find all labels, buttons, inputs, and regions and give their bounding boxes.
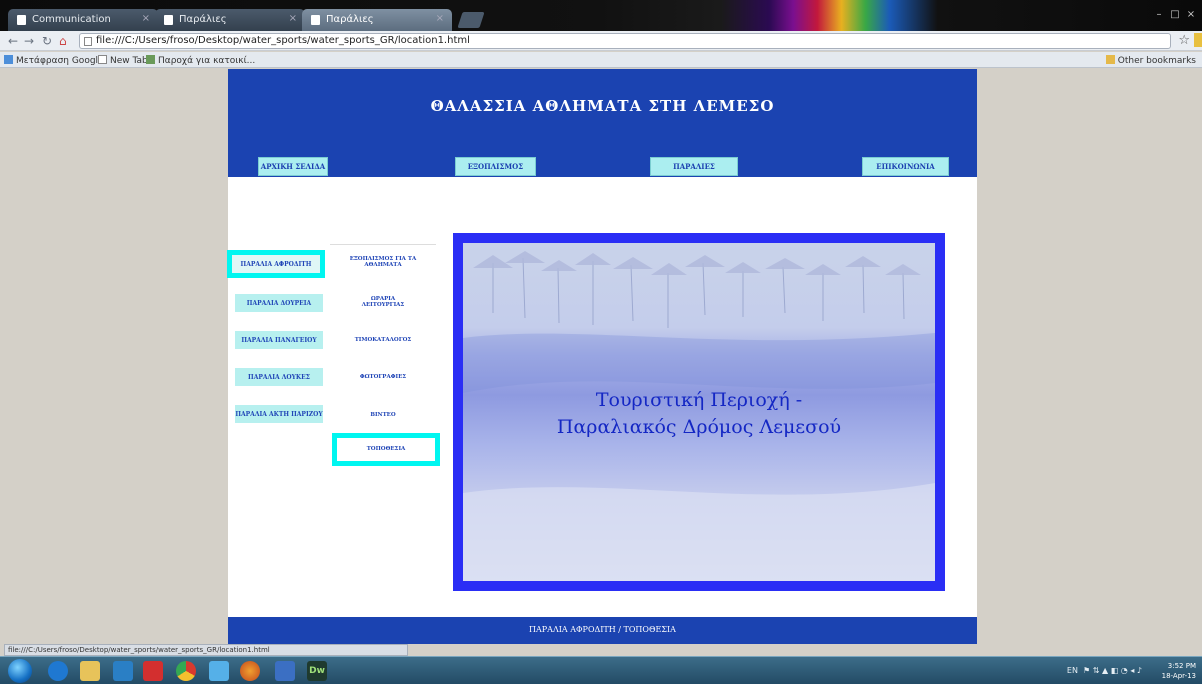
browser-tab-strip: Communication × Παράλιες × Παράλιες × – … [0, 0, 1202, 31]
nav-home[interactable]: ΑΡΧΙΚΗ ΣΕΛΙΔΑ [258, 157, 328, 176]
address-bar[interactable]: file:///C:/Users/froso/Desktop/water_spo… [79, 33, 1171, 49]
url-text: file:///C:/Users/froso/Desktop/water_spo… [96, 35, 470, 46]
hero-caption-line: Παραλιακός Δρόμος Λεμεσού [556, 416, 842, 438]
sub-nav-equipment[interactable]: ΕΞΟΠΛΙΣΜΟΣ ΓΙΑ ΤΑ ΑΘΛΗΜΑΤΑ [330, 256, 436, 268]
close-tab-icon[interactable]: × [142, 13, 150, 24]
tray-icons[interactable]: ⚑ ⇅ ▲ ◧ ◔ ◂ ♪ [1081, 666, 1142, 675]
bookmark-item[interactable]: Παροχά για κατοικί... [146, 55, 255, 66]
bookmark-star-icon[interactable]: ☆ [1178, 33, 1190, 48]
browser-tab[interactable]: Παράλιες × [155, 9, 305, 31]
language-indicator[interactable]: EN [1067, 666, 1078, 675]
beach-photo: Τουριστική Περιοχή - Παραλιακός Δρόμος Λ… [463, 243, 935, 581]
firefox-icon[interactable] [240, 661, 260, 681]
side-nav-panageiou[interactable]: ΠΑΡΑΛΙΑ ΠΑΝΑΓΕΙΟΥ [235, 331, 323, 349]
tab-label: Παράλιες [326, 14, 374, 25]
page-icon [164, 15, 173, 25]
other-bookmarks[interactable]: Other bookmarks [1105, 55, 1196, 66]
ie-icon[interactable] [48, 661, 68, 681]
close-tab-icon[interactable]: × [289, 13, 297, 24]
sub-nav-location[interactable]: ΤΟΠΟΘΕΣΙΑ [332, 433, 440, 466]
back-arrow-icon[interactable]: ← [8, 34, 18, 48]
sub-nav-hours[interactable]: ΩΡΑΡΙΑ ΛΕΙΤΟΥΡΓΙΑΣ [330, 296, 436, 308]
chrome-icon[interactable] [176, 661, 196, 681]
side-nav-akti-parizou[interactable]: ΠΑΡΑΛΙΑ ΑΚΤΗ ΠΑΡΙΖΟΥ [235, 405, 323, 423]
forward-arrow-icon[interactable]: → [24, 34, 34, 48]
clock[interactable]: 3:52 PM 18-Apr-13 [1162, 661, 1196, 681]
windows-taskbar: Dw EN ⚑ ⇅ ▲ ◧ ◔ ◂ ♪ 3:52 PM 18-Apr-13 [0, 656, 1202, 684]
site-icon [146, 55, 155, 64]
hero-caption: Τουριστική Περιοχή - Παραλιακός Δρόμος Λ… [463, 387, 935, 441]
side-nav-aphrodite[interactable]: ΠΑΡΑΛΙΑ ΑΦΡΟΔΙΤΗ [232, 255, 320, 273]
wrench-menu-icon[interactable] [1194, 33, 1202, 47]
close-window-icon[interactable]: × [1184, 8, 1198, 22]
nav-contact[interactable]: ΕΠΙΚΟΙΝΩΝΙΑ [862, 157, 949, 176]
home-icon[interactable]: ⌂ [59, 34, 67, 48]
tab-label: Παράλιες [179, 14, 227, 25]
website: ΘΑΛΑΣΣΙΑ ΑΘΛΗΜΑΤΑ ΣΤΗ ΛΕΜΕΣΟ ΑΡΧΙΚΗ ΣΕΛΙ… [228, 69, 977, 644]
sub-nav-video[interactable]: ΒΙΝΤΕΟ [330, 412, 436, 418]
browser-tab[interactable]: Communication × [8, 9, 158, 31]
tab-label: Communication [32, 14, 111, 25]
bookmarks-bar: Μετάφραση Google New Tab Παροχά για κατο… [0, 52, 1202, 68]
system-tray: EN ⚑ ⇅ ▲ ◧ ◔ ◂ ♪ [1067, 666, 1142, 675]
bookmark-item[interactable]: New Tab [98, 55, 148, 66]
page-icon [311, 15, 320, 25]
page-icon [84, 37, 92, 46]
dreamweaver-icon[interactable]: Dw [307, 661, 327, 681]
page-icon [98, 55, 107, 64]
hero-caption-line: Τουριστική Περιοχή - [595, 389, 803, 411]
media-player-icon[interactable] [113, 661, 133, 681]
minimize-icon[interactable]: – [1152, 8, 1166, 22]
page-icon [17, 15, 26, 25]
hero-image-frame: Τουριστική Περιοχή - Παραλιακός Δρόμος Λ… [453, 233, 945, 591]
acrobat-icon[interactable] [143, 661, 163, 681]
clock-date: 18-Apr-13 [1161, 672, 1196, 680]
sub-nav-prices[interactable]: ΤΙΜΟΚΑΤΑΛΟΓΟΣ [330, 337, 436, 343]
footer-breadcrumb: ΠΑΡΑΛΙΑ ΑΦΡΟΔΙΤΗ / ΤΟΠΟΘΕΣΙΑ [529, 625, 676, 634]
nav-equipment[interactable]: ΕΞΟΠΛΙΣΜΟΣ [455, 157, 536, 176]
page-viewport: ΘΑΛΑΣΣΙΑ ΑΘΛΗΜΑΤΑ ΣΤΗ ΛΕΜΕΣΟ ΑΡΧΙΚΗ ΣΕΛΙ… [0, 69, 1202, 644]
word-icon[interactable] [275, 661, 295, 681]
new-tab-button[interactable] [457, 12, 485, 28]
reload-icon[interactable]: ↻ [42, 34, 52, 48]
sub-nav-photos[interactable]: ΦΩΤΟΓΡΑΦΙΕΣ [330, 374, 436, 380]
google-translate-icon [4, 55, 13, 64]
explorer-icon[interactable] [80, 661, 100, 681]
browser-toolbar: ← → ↻ ⌂ file:///C:/Users/froso/Desktop/w… [0, 31, 1202, 51]
maximize-icon[interactable]: □ [1168, 8, 1182, 22]
msn-icon[interactable] [209, 661, 229, 681]
folder-icon [1105, 55, 1115, 64]
side-nav-loukes[interactable]: ΠΑΡΑΛΙΑ ΛΟΥΚΕΣ [235, 368, 323, 386]
browser-tab-active[interactable]: Παράλιες × [302, 9, 452, 31]
close-tab-icon[interactable]: × [436, 13, 444, 24]
site-header: ΘΑΛΑΣΣΙΑ ΑΘΛΗΜΑΤΑ ΣΤΗ ΛΕΜΕΣΟ ΑΡΧΙΚΗ ΣΕΛΙ… [228, 69, 977, 177]
start-orb-icon[interactable] [8, 659, 32, 683]
side-nav-dourea[interactable]: ΠΑΡΑΛΙΑ ΔΟΥΡΕΙΑ [235, 294, 323, 312]
window-controls: – □ × [1152, 8, 1198, 22]
nav-beaches[interactable]: ΠΑΡΑΛΙΕΣ [650, 157, 738, 176]
clock-time: 3:52 PM [1167, 662, 1196, 670]
status-url-bubble: file:///C:/Users/froso/Desktop/water_spo… [4, 644, 408, 656]
site-footer: ΠΑΡΑΛΙΑ ΑΦΡΟΔΙΤΗ / ΤΟΠΟΘΕΣΙΑ [228, 617, 977, 644]
site-title: ΘΑΛΑΣΣΙΑ ΑΘΛΗΜΑΤΑ ΣΤΗ ΛΕΜΕΣΟ [430, 97, 775, 115]
bookmark-item[interactable]: Μετάφραση Google [4, 55, 104, 66]
